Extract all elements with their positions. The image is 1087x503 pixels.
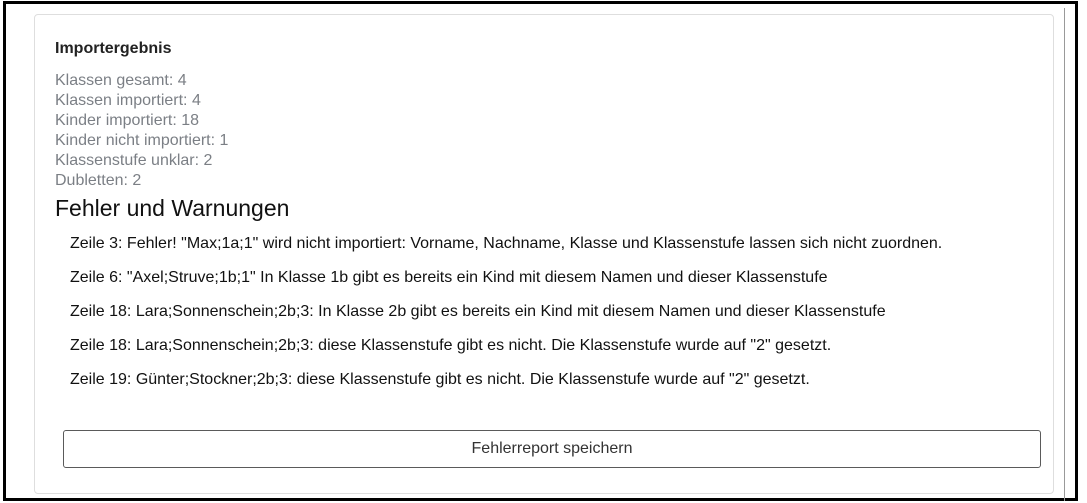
import-result-title: Importergebnis	[55, 40, 172, 57]
error-message-item: Zeile 19: Günter;Stockner;2b;3: diese Kl…	[70, 371, 810, 388]
error-message-item: Zeile 18: Lara;Sonnenschein;2b;3: diese …	[70, 337, 832, 354]
stat-classes-imported: Klassen importiert: 4	[55, 92, 201, 109]
error-message-item: Zeile 6: "Axel;Struve;1b;1" In Klasse 1b…	[70, 269, 828, 286]
window-frame: Importergebnis Klassen gesamt: 4 Klassen…	[3, 1, 1078, 501]
scrollbar-track[interactable]	[1064, 8, 1065, 501]
errors-warnings-heading: Fehler und Warnungen	[55, 195, 290, 221]
stat-duplicates: Dubletten: 2	[55, 172, 142, 189]
error-message-item: Zeile 18: Lara;Sonnenschein;2b;3: In Kla…	[70, 303, 886, 320]
import-result-card: Importergebnis Klassen gesamt: 4 Klassen…	[34, 14, 1054, 494]
import-stats-list: Klassen gesamt: 4 Klassen importiert: 4 …	[55, 71, 228, 191]
save-error-report-button[interactable]: Fehlerreport speichern	[63, 430, 1041, 468]
stat-classes-total: Klassen gesamt: 4	[55, 72, 187, 89]
error-message-list: Zeile 3: Fehler! "Max;1a;1" wird nicht i…	[70, 231, 1000, 401]
stat-children-not-imported: Kinder nicht importiert: 1	[55, 132, 229, 149]
error-message-item: Zeile 3: Fehler! "Max;1a;1" wird nicht i…	[70, 235, 943, 252]
stat-children-imported: Kinder importiert: 18	[55, 112, 200, 129]
stat-grade-unclear: Klassenstufe unklar: 2	[55, 152, 213, 169]
